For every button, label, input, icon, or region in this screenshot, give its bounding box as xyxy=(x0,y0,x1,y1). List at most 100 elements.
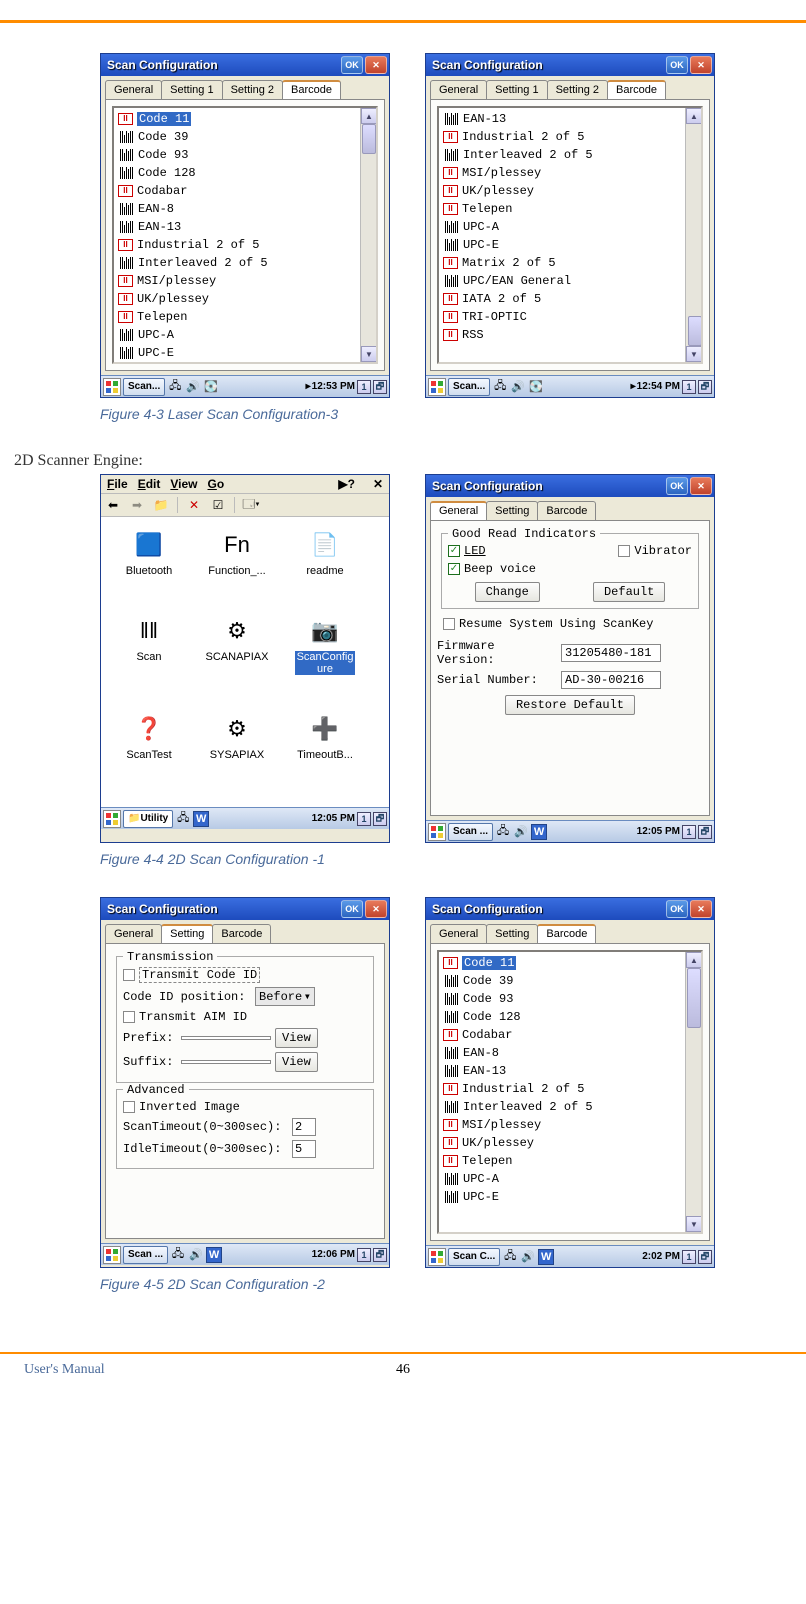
close-button[interactable]: ✕ xyxy=(365,900,387,918)
tab-setting[interactable]: Setting xyxy=(486,501,538,520)
list-item[interactable]: EAN-13 xyxy=(441,1062,699,1080)
close-button[interactable]: ✕ xyxy=(365,56,387,74)
tray-icon[interactable]: 💽 xyxy=(203,379,219,395)
tray-icon[interactable]: 🔊 xyxy=(510,379,526,395)
view-button[interactable]: View xyxy=(275,1052,318,1072)
suffix-input[interactable] xyxy=(181,1060,271,1064)
tab-general[interactable]: General xyxy=(430,924,487,943)
list-item[interactable]: IITelepen xyxy=(441,1152,699,1170)
scroll-up-icon[interactable]: ▲ xyxy=(686,952,702,968)
list-item[interactable]: IIUK/plessey xyxy=(116,290,374,308)
checkbox-led[interactable]: ✓LED xyxy=(448,544,486,558)
tray-icon[interactable]: 🖧 xyxy=(492,379,508,395)
change-button[interactable]: Change xyxy=(475,582,540,602)
start-icon[interactable] xyxy=(103,810,121,828)
view-icon[interactable]: 🗔▾ xyxy=(241,496,261,514)
list-item[interactable]: IIIATA 2 of 5 xyxy=(441,290,699,308)
taskbar-app[interactable]: Scan C... xyxy=(448,1248,500,1266)
start-icon[interactable] xyxy=(428,1248,446,1266)
sip-button[interactable]: 1 xyxy=(357,812,371,826)
tray-word-icon[interactable]: W xyxy=(538,1249,554,1265)
list-item[interactable]: UPC-A xyxy=(441,1170,699,1188)
list-item[interactable]: IITelepen xyxy=(441,200,699,218)
scroll-thumb[interactable] xyxy=(688,316,702,346)
list-item[interactable]: IIMSI/plessey xyxy=(441,164,699,182)
desktop-button[interactable]: 🗗 xyxy=(373,1248,387,1262)
list-item[interactable]: UPC-E xyxy=(441,1188,699,1206)
scrollbar[interactable]: ▲ ▼ xyxy=(685,952,701,1232)
desktop-button[interactable]: 🗗 xyxy=(698,1250,712,1264)
list-item[interactable]: UPC-E xyxy=(441,236,699,254)
list-item[interactable]: Interleaved 2 of 5 xyxy=(116,254,374,272)
taskbar-app[interactable]: Scan... xyxy=(123,378,165,396)
file-icon[interactable]: ❓ScanTest xyxy=(105,711,193,787)
up-icon[interactable]: 📁 xyxy=(151,496,171,514)
sip-button[interactable]: 1 xyxy=(682,380,696,394)
file-icon[interactable]: 📄readme xyxy=(281,527,369,603)
list-item[interactable]: Code 39 xyxy=(441,972,699,990)
list-item[interactable]: Code 128 xyxy=(116,164,374,182)
list-item[interactable]: IITelepen xyxy=(116,308,374,326)
tray-icon[interactable]: 🖧 xyxy=(170,1247,186,1263)
sip-button[interactable]: 1 xyxy=(357,1248,371,1262)
file-icon[interactable]: 🟦Bluetooth xyxy=(105,527,193,603)
scrollbar[interactable]: ▲ ▼ xyxy=(685,108,701,362)
list-item[interactable]: Code 128 xyxy=(441,1008,699,1026)
tab-setting2[interactable]: Setting 2 xyxy=(547,80,608,99)
tab-general[interactable]: General xyxy=(105,80,162,99)
ok-button[interactable]: OK xyxy=(341,900,363,918)
list-item[interactable]: Code 93 xyxy=(116,146,374,164)
scroll-down-icon[interactable]: ▼ xyxy=(686,346,702,362)
file-icon[interactable]: ‖‖Scan xyxy=(105,613,193,701)
scrollbar[interactable]: ▲ ▼ xyxy=(360,108,376,362)
tab-setting[interactable]: Setting xyxy=(161,924,213,943)
menu-go[interactable]: Go xyxy=(208,477,225,491)
view-button[interactable]: View xyxy=(275,1028,318,1048)
file-icon[interactable]: ⚙SCANAPIAX xyxy=(193,613,281,701)
tab-setting[interactable]: Setting xyxy=(486,924,538,943)
checkbox-transmit-code[interactable]: Transmit Code ID xyxy=(123,967,367,983)
menu-file[interactable]: File xyxy=(107,477,128,491)
list-item[interactable]: Code 39 xyxy=(116,128,374,146)
start-icon[interactable] xyxy=(103,378,121,396)
restore-default-button[interactable]: Restore Default xyxy=(505,695,635,715)
list-item[interactable]: Code 93 xyxy=(441,990,699,1008)
close-button[interactable]: ✕ xyxy=(690,477,712,495)
tab-setting1[interactable]: Setting 1 xyxy=(161,80,222,99)
desktop-button[interactable]: 🗗 xyxy=(698,380,712,394)
tray-icon[interactable]: 🔊 xyxy=(513,824,529,840)
taskbar-app[interactable]: Scan... xyxy=(448,378,490,396)
desktop-button[interactable]: 🗗 xyxy=(698,825,712,839)
close-button[interactable]: ✕ xyxy=(690,56,712,74)
tab-barcode[interactable]: Barcode xyxy=(537,501,596,520)
close-icon[interactable]: ✕ xyxy=(373,477,383,491)
file-icon[interactable]: ⚙SYSAPIAX xyxy=(193,711,281,787)
taskbar-app[interactable]: 📁 Utility xyxy=(123,810,173,828)
desktop-button[interactable]: 🗗 xyxy=(373,812,387,826)
list-item[interactable]: EAN-13 xyxy=(441,110,699,128)
taskbar-app[interactable]: Scan ... xyxy=(448,823,493,841)
tray-icon[interactable]: 🖧 xyxy=(502,1249,518,1265)
list-item[interactable]: IIIndustrial 2 of 5 xyxy=(441,1080,699,1098)
ok-button[interactable]: OK xyxy=(666,900,688,918)
menu-edit[interactable]: Edit xyxy=(138,477,161,491)
list-item[interactable]: IIMSI/plessey xyxy=(441,1116,699,1134)
start-icon[interactable] xyxy=(428,823,446,841)
list-item[interactable]: UPC-E xyxy=(116,344,374,362)
scantimeout-input[interactable]: 2 xyxy=(292,1118,316,1136)
taskbar-app[interactable]: Scan ... xyxy=(123,1246,168,1264)
tray-word-icon[interactable]: W xyxy=(206,1247,222,1263)
list-item[interactable]: IITRI-OPTIC xyxy=(441,308,699,326)
ok-button[interactable]: OK xyxy=(666,477,688,495)
tray-icon[interactable]: 🖧 xyxy=(175,811,191,827)
scroll-down-icon[interactable]: ▼ xyxy=(686,1216,702,1232)
tray-word-icon[interactable]: W xyxy=(193,811,209,827)
scroll-up-icon[interactable]: ▲ xyxy=(361,108,377,124)
tray-word-icon[interactable]: W xyxy=(531,824,547,840)
checkbox-inverted[interactable]: Inverted Image xyxy=(123,1100,367,1114)
list-item[interactable]: UPC-A xyxy=(116,326,374,344)
scroll-down-icon[interactable]: ▼ xyxy=(361,346,377,362)
list-item[interactable]: IIMSI/plessey xyxy=(116,272,374,290)
tray-icon[interactable]: 🔊 xyxy=(185,379,201,395)
list-item[interactable]: IICodabar xyxy=(441,1026,699,1044)
